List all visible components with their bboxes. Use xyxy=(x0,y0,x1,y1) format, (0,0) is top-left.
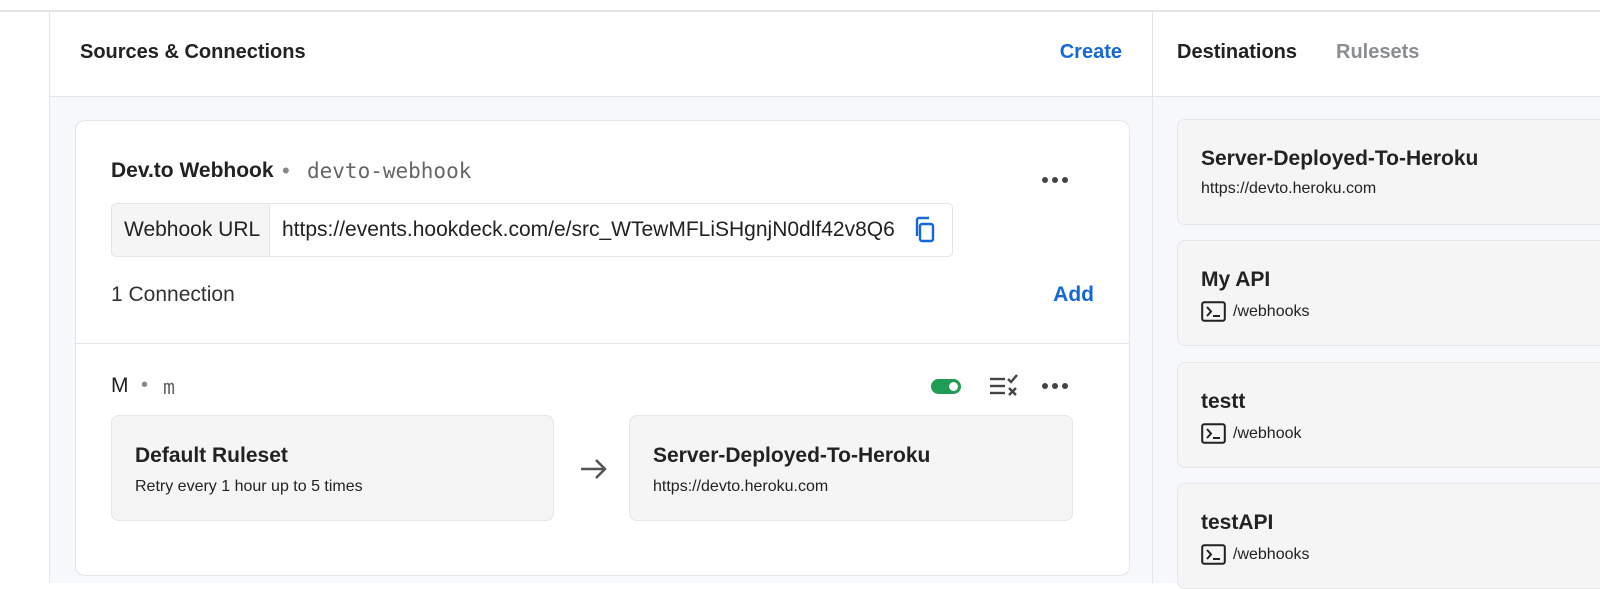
connection-more-icon[interactable] xyxy=(1042,383,1068,389)
destination-card-url-text: https://devto.heroku.com xyxy=(1201,180,1377,197)
webhook-url-label: Webhook URL xyxy=(112,204,270,256)
destination-card-path: /webhook xyxy=(1201,423,1302,444)
destination-subtitle: https://devto.heroku.com xyxy=(653,478,829,495)
source-separator: • xyxy=(282,158,290,183)
tab-rulesets[interactable]: Rulesets xyxy=(1336,41,1419,64)
connection-destination-card[interactable]: Server-Deployed-To-Heroku https://devto.… xyxy=(629,415,1073,521)
source-name: Dev.to Webhook xyxy=(111,159,274,182)
destination-card-path-text: /webhook xyxy=(1233,424,1302,442)
connection-count: 1 Connection xyxy=(111,283,235,306)
add-connection-button[interactable]: Add xyxy=(1053,283,1094,307)
destination-title: Server-Deployed-To-Heroku xyxy=(653,444,931,467)
ruleset-subtitle: Retry every 1 hour up to 5 times xyxy=(135,478,363,495)
source-slug: devto-webhook xyxy=(307,159,472,183)
destination-card[interactable]: Server-Deployed-To-Heroku https://devto.… xyxy=(1177,119,1600,225)
destination-card-path: /webhooks xyxy=(1201,544,1310,565)
destination-card-title: testAPI xyxy=(1201,511,1274,534)
webhook-url-value[interactable]: https://events.hookdeck.com/e/src_WTewMF… xyxy=(270,204,904,256)
connection-separator: • xyxy=(141,374,149,396)
destination-card[interactable]: testt /webhook xyxy=(1177,362,1600,468)
destination-card-title: testt xyxy=(1201,390,1246,413)
tab-destinations[interactable]: Destinations xyxy=(1177,41,1297,64)
create-button[interactable]: Create xyxy=(1060,41,1122,64)
destinations-panel-header: Destinations Rulesets xyxy=(1153,12,1600,97)
terminal-icon xyxy=(1201,423,1226,444)
left-rail xyxy=(0,12,50,583)
source-more-icon[interactable] xyxy=(1042,177,1068,183)
destinations-panel: Destinations Rulesets Server-Deployed-To… xyxy=(1153,12,1600,589)
sources-panel-title: Sources & Connections xyxy=(80,41,306,63)
sources-panel: Sources & Connections Create Dev.to Webh… xyxy=(50,12,1153,583)
webhook-url-field: Webhook URL https://events.hookdeck.com/… xyxy=(111,203,953,257)
sources-panel-header: Sources & Connections Create xyxy=(50,12,1152,97)
connection-slug: m xyxy=(163,375,176,399)
source-card: Dev.to Webhook • devto-webhook Webhook U… xyxy=(75,120,1130,576)
divider xyxy=(76,343,1129,344)
destination-card[interactable]: testAPI /webhooks xyxy=(1177,483,1600,589)
terminal-icon xyxy=(1201,301,1226,322)
destination-card-url: https://devto.heroku.com xyxy=(1201,180,1376,198)
destination-card-title: My API xyxy=(1201,268,1271,291)
terminal-icon xyxy=(1201,544,1226,565)
connection-name: M xyxy=(111,374,129,397)
connection-enabled-toggle[interactable] xyxy=(931,379,961,394)
destination-card-path-text: /webhooks xyxy=(1233,302,1310,320)
destination-card-title: Server-Deployed-To-Heroku xyxy=(1201,147,1479,170)
arrow-right-icon xyxy=(581,459,607,479)
destination-card-path-text: /webhooks xyxy=(1233,545,1310,563)
destination-card-path: /webhooks xyxy=(1201,301,1310,322)
top-bar xyxy=(0,0,1600,12)
filter-rules-icon[interactable] xyxy=(988,374,1020,398)
ruleset-title: Default Ruleset xyxy=(135,444,288,467)
destination-card[interactable]: My API /webhooks xyxy=(1177,240,1600,346)
copy-icon[interactable] xyxy=(910,215,940,245)
ruleset-card[interactable]: Default Ruleset Retry every 1 hour up to… xyxy=(111,415,554,521)
